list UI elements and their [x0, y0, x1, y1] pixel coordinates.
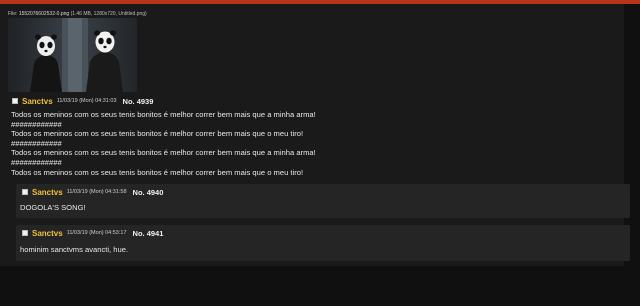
op-post-header: Sanctvs 11/03/19 (Mon) 04:31:03 No. 4939: [12, 96, 153, 106]
op-line: Todos os meninos com os seus tenis bonit…: [11, 110, 316, 119]
reply-post-body: hominim sanctvms avancti, hue.: [20, 245, 129, 254]
reply-post-header: Sanctvs 11/03/19 (Mon) 04:53:17 No. 4941: [22, 228, 163, 238]
op-line: Todos os meninos com os seus tenis bonit…: [11, 148, 316, 158]
post-image-thumbnail[interactable]: [8, 18, 137, 92]
reply-poster-name: Sanctvs: [32, 228, 63, 238]
reply-post: Sanctvs 11/03/19 (Mon) 04:31:58 No. 4940…: [16, 184, 630, 218]
reply-post-header: Sanctvs 11/03/19 (Mon) 04:31:58 No. 4940: [22, 187, 163, 197]
op-post-number[interactable]: No. 4939: [123, 97, 154, 106]
file-link[interactable]: 1552076602532-0.png: [19, 11, 69, 17]
reply-post-date: 11/03/19 (Mon) 04:31:58: [66, 189, 127, 195]
op-line: ############: [11, 138, 62, 148]
op-line: ############: [11, 119, 62, 129]
reply-post: Sanctvs 11/03/19 (Mon) 04:53:17 No. 4941…: [16, 225, 630, 261]
thumbnail-picture: [8, 18, 137, 92]
reply-select-checkbox[interactable]: [22, 230, 28, 236]
op-poster-name: Sanctvs: [22, 96, 53, 106]
op-post-date: 11/03/19 (Mon) 04:31:03: [56, 98, 117, 104]
op-line: Todos os meninos com os seus tenis bonit…: [11, 129, 304, 139]
reply-post-number[interactable]: No. 4941: [133, 229, 164, 238]
reply-poster-name: Sanctvs: [32, 187, 63, 197]
reply-post-body: DOGOLA'S SONG!: [20, 203, 86, 212]
reply-post-date: 11/03/19 (Mon) 04:53:17: [66, 230, 127, 236]
op-select-checkbox[interactable]: [12, 98, 18, 104]
reply-post-number[interactable]: No. 4940: [133, 188, 164, 197]
file-label: File:: [8, 11, 18, 17]
thread-container: File: 1552076602532-0.png (1.46 MB, 1280…: [0, 4, 630, 266]
op-line: Todos os meninos com os seus tenis bonit…: [11, 167, 304, 177]
reply-select-checkbox[interactable]: [22, 189, 28, 195]
op-line: ############: [11, 157, 62, 167]
op-post-body: Todos os meninos com os seus tenis bonit…: [11, 110, 611, 177]
file-meta: (1.46 MB, 1280x720, Untitled.png): [70, 11, 147, 17]
file-info: File: 1552076602532-0.png (1.46 MB, 1280…: [8, 11, 147, 17]
